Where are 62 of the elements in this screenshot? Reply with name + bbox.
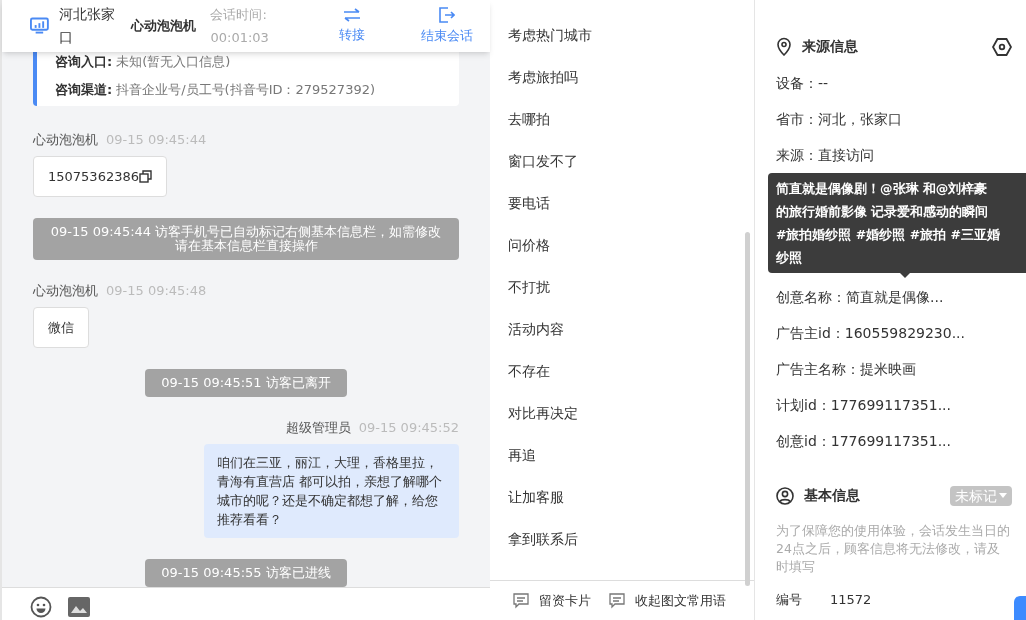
message-time: 09-15 09:45:48 (106, 282, 207, 300)
system-notice: 09-15 09:45:55 访客已进线 (145, 558, 347, 587)
settings-icon[interactable] (992, 37, 1012, 56)
system-notice: 09-15 09:45:44 访客手机号已自动标记右侧基本信息栏，如需修改请在基本信息栏直接操作 (33, 218, 459, 260)
sender-name: 心动泡泡机 (33, 131, 98, 149)
info-label: 咨询入口: (55, 53, 113, 71)
source-row-text: 创意名称：简直就是偶像... (776, 288, 945, 307)
source-row-text: 省市：河北，张家口 (776, 110, 903, 129)
notice-text: 为了保障您的使用体验，会话发生当日的24点之后，顾客信息将无法修改，请及时填写 (776, 522, 1011, 576)
source-row-text: 广告主id：160559829230... (776, 324, 966, 343)
quick-phrase[interactable]: 去哪拍 (508, 109, 592, 130)
quick-phrase[interactable]: 考虑热门城市 (508, 25, 592, 46)
sender-name: 心动泡泡机 (33, 282, 98, 300)
session-timer: 00:01:03 (210, 29, 270, 47)
source-row-text: 设备：-- (776, 74, 830, 93)
quick-phrase[interactable]: 让加客服 (508, 487, 592, 508)
monitor-icon (30, 17, 49, 35)
header-action-button[interactable]: 结束会话 (404, 6, 490, 46)
quick-phrase[interactable]: 对比再决定 (508, 403, 592, 424)
phrase-action-button[interactable]: 留资卡片 (513, 590, 591, 611)
user-icon (776, 486, 794, 505)
header-action-button[interactable]: 转接 (309, 7, 395, 45)
message-time: 09-15 09:45:44 (106, 131, 207, 149)
field-value: 11572 (830, 591, 872, 609)
quick-phrase[interactable]: 问价格 (508, 235, 592, 256)
visitor-name: 心动泡泡机 (130, 18, 197, 34)
message-time: 09-15 09:45:52 (358, 419, 459, 437)
quick-phrase[interactable]: 考虑旅拍吗 (508, 67, 592, 88)
quick-phrase[interactable]: 再追 (508, 445, 592, 466)
quick-phrase[interactable]: 活动内容 (508, 319, 592, 340)
phrase-action-button[interactable]: 收起图文常用语 (609, 590, 726, 611)
message-icon (609, 592, 625, 609)
section-title: 基本信息 (804, 486, 861, 505)
field-label: 编号 (776, 591, 802, 609)
tooltip: 简直就是偶像剧！@张琳 和@刘梓豪 的旅行婚前影像 记录爱和感动的瞬间 #旅拍婚纱照 #婚纱照 #旅拍 #三亚婚 纱照 (768, 173, 1026, 273)
message-bubble: 咱们在三亚，丽江，大理，香格里拉，青海有直营店 都可以拍，亲想了解哪个城市的呢？还是不确定都想了解，给您推荐看看？ (204, 443, 459, 538)
source-row-text: 来源：直接访问 (776, 146, 875, 165)
source-row-text: 广告主名称：提米映画 (776, 360, 917, 379)
message-bubble: 微信 (33, 306, 89, 348)
quick-phrase[interactable]: 要电话 (508, 193, 592, 214)
info-label: 咨询渠道: (55, 80, 113, 99)
message-bubble: 15075362386 (33, 155, 167, 197)
info-value: 抖音企业号/员工号(抖音号ID：279527392) (116, 80, 375, 99)
quick-phrase[interactable]: 窗口发不了 (508, 151, 592, 172)
copy-icon[interactable] (139, 169, 152, 183)
message-icon (513, 592, 529, 609)
source-row-text: 创意id：177699117351... (776, 432, 952, 451)
emoji-icon[interactable] (30, 596, 52, 618)
source-row-text: 计划id：177699117351... (776, 396, 952, 415)
swap-icon (343, 7, 362, 22)
system-notice: 09-15 09:45:51 访客已离开 (145, 369, 347, 397)
image-icon[interactable] (68, 597, 90, 617)
section-title: 来源信息 (802, 37, 859, 56)
quick-phrase[interactable]: 不打扰 (508, 277, 592, 298)
exit-icon (439, 6, 456, 23)
timer-label: 会话时间: (210, 6, 268, 24)
visitor-location: 河北张家口 (58, 5, 116, 47)
location-pin-icon (776, 37, 792, 56)
sender-name: 超级管理员 (285, 419, 351, 437)
info-value: 未知(暂无入口信息) (116, 53, 231, 71)
quick-phrase[interactable]: 不存在 (508, 361, 592, 382)
quick-phrase[interactable]: 拿到联系后 (508, 529, 592, 550)
